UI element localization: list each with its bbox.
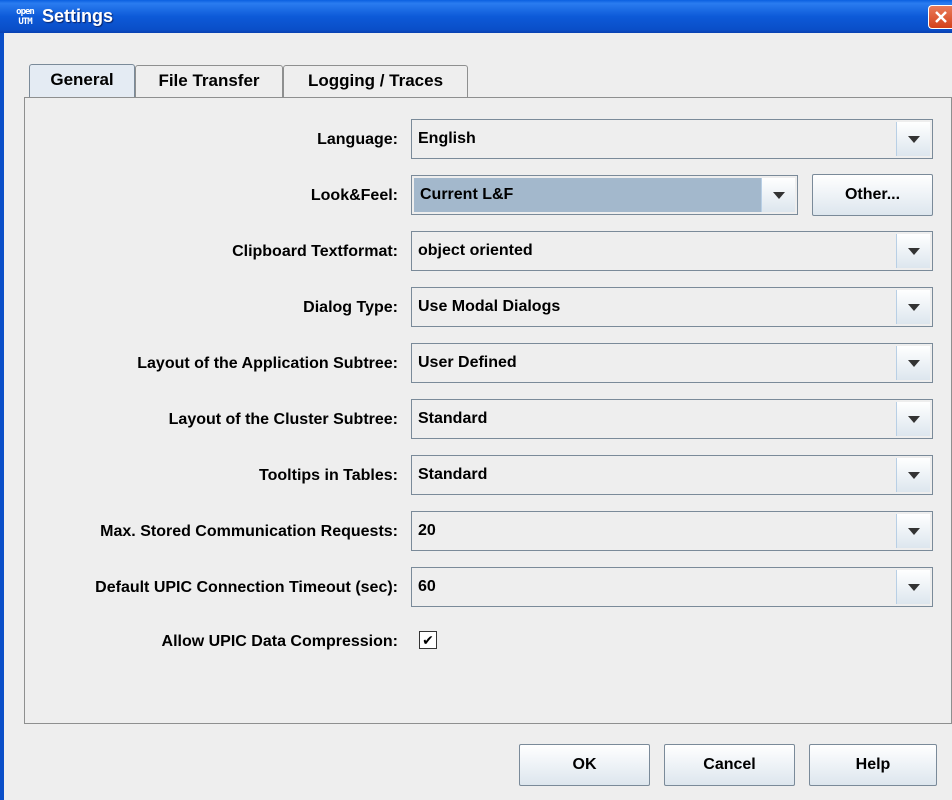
other-lookfeel-button[interactable]: Other... — [812, 174, 933, 216]
tooltips-value: Standard — [418, 466, 488, 483]
close-icon — [935, 11, 947, 23]
chevron-down-icon[interactable] — [896, 290, 930, 324]
window-title: Settings — [42, 6, 114, 26]
clipboard-textformat-select[interactable]: object oriented — [411, 231, 933, 271]
chevron-down-icon[interactable] — [896, 458, 930, 492]
chevron-down-icon[interactable] — [896, 346, 930, 380]
cluster-subtree-label: Layout of the Cluster Subtree: — [168, 411, 398, 428]
chevron-down-icon[interactable] — [896, 514, 930, 548]
chevron-down-icon[interactable] — [896, 402, 930, 436]
tooltips-label: Tooltips in Tables: — [259, 467, 398, 484]
tab-file-transfer[interactable]: File Transfer — [135, 65, 283, 97]
dialog-type-label: Dialog Type: — [303, 299, 398, 316]
language-label: Language: — [317, 131, 398, 148]
dialog-type-value: Use Modal Dialogs — [418, 298, 561, 315]
timeout-value: 60 — [418, 578, 436, 595]
application-subtree-label: Layout of the Application Subtree: — [137, 355, 398, 372]
language-value: English — [418, 130, 476, 147]
tab-logging-traces[interactable]: Logging / Traces — [283, 65, 468, 97]
compression-label: Allow UPIC Data Compression: — [161, 633, 398, 650]
settings-labels: Language: Look&Feel: Clipboard Textforma… — [24, 97, 398, 697]
chevron-down-icon[interactable] — [896, 122, 930, 156]
chevron-down-icon[interactable] — [761, 178, 795, 212]
timeout-select[interactable]: 60 — [411, 567, 933, 607]
lookfeel-label: Look&Feel: — [310, 187, 398, 204]
clipboard-textformat-label: Clipboard Textformat: — [232, 243, 398, 260]
language-select[interactable]: English — [411, 119, 933, 159]
lookfeel-value: Current L&F — [420, 186, 514, 203]
cluster-subtree-select[interactable]: Standard — [411, 399, 933, 439]
application-subtree-select[interactable]: User Defined — [411, 343, 933, 383]
title-bar[interactable]: open UTM Settings — [0, 0, 952, 33]
cancel-button[interactable]: Cancel — [664, 744, 795, 786]
max-requests-label: Max. Stored Communication Requests: — [100, 523, 398, 540]
tab-general[interactable]: General — [29, 64, 135, 98]
close-button[interactable] — [928, 5, 952, 29]
ok-button[interactable]: OK — [519, 744, 650, 786]
clipboard-textformat-value: object oriented — [418, 242, 533, 259]
chevron-down-icon[interactable] — [896, 570, 930, 604]
application-subtree-value: User Defined — [418, 354, 517, 371]
compression-checkbox[interactable]: ✔ — [419, 631, 437, 649]
timeout-label: Default UPIC Connection Timeout (sec): — [95, 579, 398, 596]
openutm-app-icon: open UTM — [16, 7, 35, 27]
window-left-border — [0, 33, 4, 800]
help-button[interactable]: Help — [809, 744, 937, 786]
tooltips-select[interactable]: Standard — [411, 455, 933, 495]
checkmark-icon: ✔ — [422, 632, 434, 648]
cluster-subtree-value: Standard — [418, 410, 488, 427]
max-requests-select[interactable]: 20 — [411, 511, 933, 551]
max-requests-value: 20 — [418, 522, 436, 539]
chevron-down-icon[interactable] — [896, 234, 930, 268]
lookfeel-select[interactable]: Current L&F — [411, 175, 798, 215]
dialog-type-select[interactable]: Use Modal Dialogs — [411, 287, 933, 327]
settings-dialog: open UTM Settings General File Transfer L… — [0, 0, 952, 800]
